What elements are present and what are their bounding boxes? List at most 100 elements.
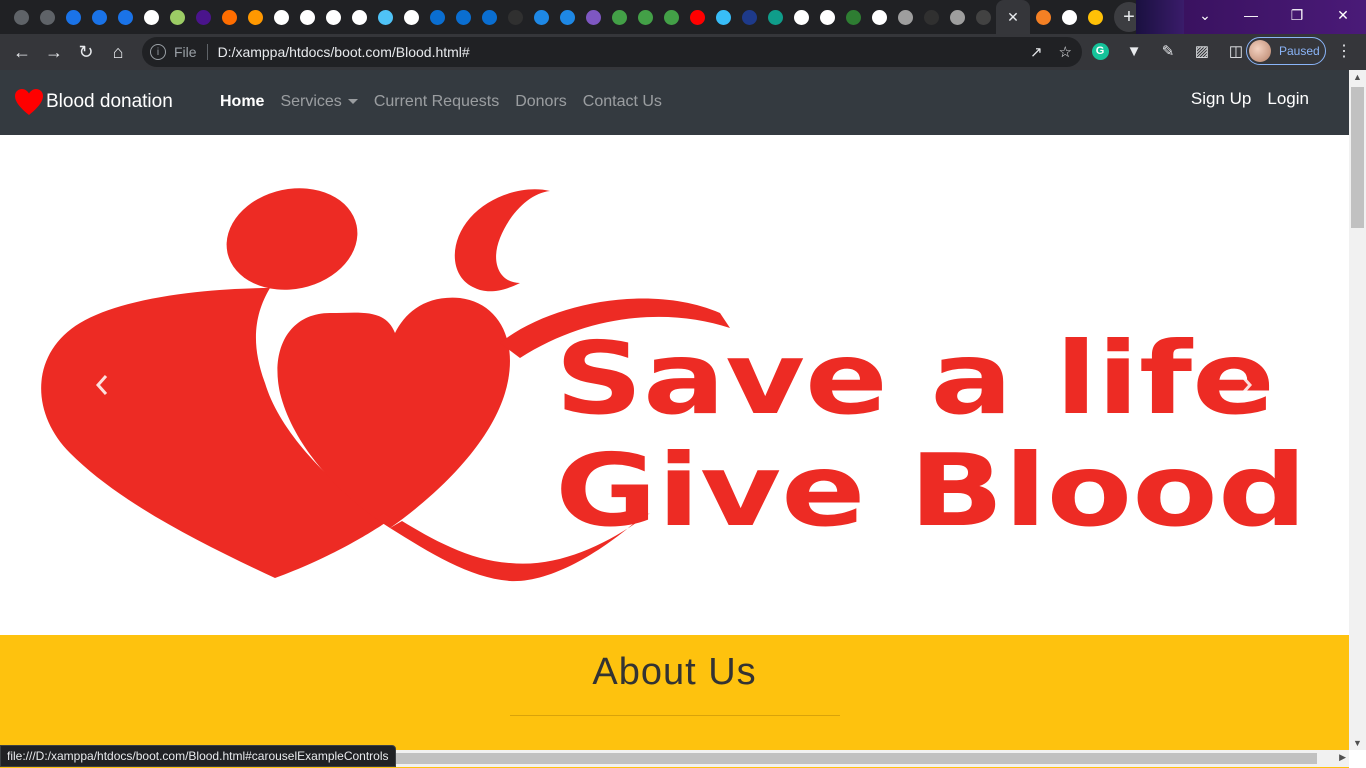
browser-tab[interactable] bbox=[294, 0, 320, 34]
browser-tab[interactable] bbox=[866, 0, 892, 34]
vertical-scroll-thumb[interactable] bbox=[1351, 87, 1364, 228]
about-title: About Us bbox=[592, 651, 757, 693]
browser-tab[interactable] bbox=[1030, 0, 1056, 34]
back-icon[interactable]: ← bbox=[6, 36, 38, 68]
dropdown-extension-icon[interactable]: ▼ bbox=[1122, 37, 1146, 65]
favicon-icon bbox=[663, 9, 679, 25]
nav-current-requests[interactable]: Current Requests bbox=[374, 93, 499, 111]
browser-tab[interactable] bbox=[814, 0, 840, 34]
browser-tab[interactable] bbox=[710, 0, 736, 34]
chevron-right-icon bbox=[1240, 375, 1253, 395]
blood-donation-logo: Save a life Give Blood bbox=[41, 188, 1307, 582]
browser-tab[interactable] bbox=[892, 0, 918, 34]
browser-tab[interactable] bbox=[164, 0, 190, 34]
browser-tab[interactable] bbox=[502, 0, 528, 34]
browser-tab[interactable] bbox=[60, 0, 86, 34]
browser-tab[interactable] bbox=[112, 0, 138, 34]
favicon-icon bbox=[637, 9, 653, 25]
browser-tab[interactable] bbox=[398, 0, 424, 34]
pen-extension-icon[interactable]: ✎ bbox=[1156, 37, 1180, 65]
tab-search-icon[interactable]: ⌄ bbox=[1182, 0, 1228, 30]
favicon-icon bbox=[169, 9, 185, 25]
home-icon[interactable]: ⌂ bbox=[102, 36, 134, 68]
favicon-icon bbox=[1035, 9, 1051, 25]
favicon-icon bbox=[923, 9, 939, 25]
profile-button[interactable]: Paused bbox=[1246, 37, 1326, 65]
browser-tab[interactable] bbox=[944, 0, 970, 34]
extensions-puzzle-icon[interactable]: ▨ bbox=[1190, 37, 1214, 65]
favicon-icon bbox=[65, 9, 81, 25]
browser-tab[interactable] bbox=[242, 0, 268, 34]
browser-tab[interactable] bbox=[320, 0, 346, 34]
nav-auth-links: Sign Up Login bbox=[1191, 89, 1309, 109]
favicon-icon bbox=[429, 9, 445, 25]
browser-tab[interactable] bbox=[970, 0, 996, 34]
favicon-icon bbox=[351, 9, 367, 25]
browser-tab[interactable] bbox=[918, 0, 944, 34]
browser-tab[interactable] bbox=[346, 0, 372, 34]
browser-tab[interactable] bbox=[1082, 0, 1108, 34]
browser-tab[interactable] bbox=[190, 0, 216, 34]
favicon-icon bbox=[195, 9, 211, 25]
url-text[interactable]: D:/xamppa/htdocs/boot.com/Blood.html# bbox=[218, 44, 470, 60]
nav-donors[interactable]: Donors bbox=[515, 93, 567, 111]
browser-tab[interactable] bbox=[216, 0, 242, 34]
browser-tab[interactable] bbox=[476, 0, 502, 34]
browser-tab[interactable] bbox=[632, 0, 658, 34]
share-icon[interactable]: ↗ bbox=[1030, 43, 1043, 61]
favicon-icon bbox=[143, 9, 159, 25]
reload-icon[interactable]: ↻ bbox=[70, 36, 102, 68]
grammarly-extension-icon[interactable]: G bbox=[1088, 37, 1112, 65]
favicon-icon bbox=[559, 9, 575, 25]
more-menu-icon[interactable]: ⋮ bbox=[1336, 41, 1352, 61]
browser-tab[interactable] bbox=[606, 0, 632, 34]
browser-tab[interactable] bbox=[684, 0, 710, 34]
site-info-icon[interactable]: i bbox=[150, 44, 166, 60]
browser-tab[interactable] bbox=[86, 0, 112, 34]
browser-tab[interactable] bbox=[138, 0, 164, 34]
browser-tab[interactable] bbox=[450, 0, 476, 34]
scroll-up-arrow-icon[interactable]: ▲ bbox=[1353, 72, 1362, 82]
browser-tab[interactable] bbox=[554, 0, 580, 34]
browser-tab[interactable] bbox=[372, 0, 398, 34]
browser-tab[interactable] bbox=[736, 0, 762, 34]
browser-tab[interactable] bbox=[424, 0, 450, 34]
forward-icon[interactable]: → bbox=[38, 36, 70, 68]
browser-tab[interactable] bbox=[268, 0, 294, 34]
address-bar[interactable]: i File D:/xamppa/htdocs/boot.com/Blood.h… bbox=[142, 37, 1082, 67]
navbar-brand[interactable]: Blood donation bbox=[14, 88, 173, 116]
scroll-down-arrow-icon[interactable]: ▼ bbox=[1353, 738, 1362, 748]
tab-list: ✕ + bbox=[0, 0, 1144, 34]
browser-tab[interactable] bbox=[840, 0, 866, 34]
close-window-icon[interactable]: ✕ bbox=[1320, 0, 1366, 30]
browser-tab[interactable] bbox=[762, 0, 788, 34]
browser-tab[interactable] bbox=[1056, 0, 1082, 34]
side-panel-icon[interactable]: ◫ bbox=[1224, 37, 1248, 65]
nav-home[interactable]: Home bbox=[220, 93, 264, 111]
nav-contact-us[interactable]: Contact Us bbox=[583, 93, 662, 111]
login-link[interactable]: Login bbox=[1267, 89, 1309, 109]
hero-line-2: Give Blood bbox=[555, 432, 1307, 549]
browser-tab[interactable] bbox=[580, 0, 606, 34]
carousel-next-button[interactable] bbox=[1226, 370, 1266, 400]
favicon-icon bbox=[325, 9, 341, 25]
browser-tab[interactable] bbox=[788, 0, 814, 34]
minimize-icon[interactable]: — bbox=[1228, 0, 1274, 30]
browser-tab[interactable] bbox=[8, 0, 34, 34]
browser-tab[interactable] bbox=[658, 0, 684, 34]
browser-tab[interactable] bbox=[528, 0, 554, 34]
carousel-prev-button[interactable] bbox=[82, 370, 122, 400]
browser-tab[interactable] bbox=[34, 0, 60, 34]
favicon-icon bbox=[585, 9, 601, 25]
scroll-right-arrow-icon[interactable]: ▶ bbox=[1339, 752, 1346, 763]
favicon-icon bbox=[949, 9, 965, 25]
heart-icon bbox=[15, 89, 43, 115]
nav-services-dropdown[interactable]: Services bbox=[280, 93, 358, 111]
sign-up-link[interactable]: Sign Up bbox=[1191, 89, 1251, 109]
favicon-icon bbox=[1087, 9, 1103, 25]
vertical-scrollbar[interactable]: ▲ ▼ bbox=[1349, 70, 1366, 750]
favicon-icon bbox=[975, 9, 991, 25]
active-tab-close-icon[interactable]: ✕ bbox=[996, 0, 1030, 34]
restore-icon[interactable]: ❐ bbox=[1274, 0, 1320, 30]
bookmark-star-icon[interactable]: ☆ bbox=[1059, 43, 1072, 61]
